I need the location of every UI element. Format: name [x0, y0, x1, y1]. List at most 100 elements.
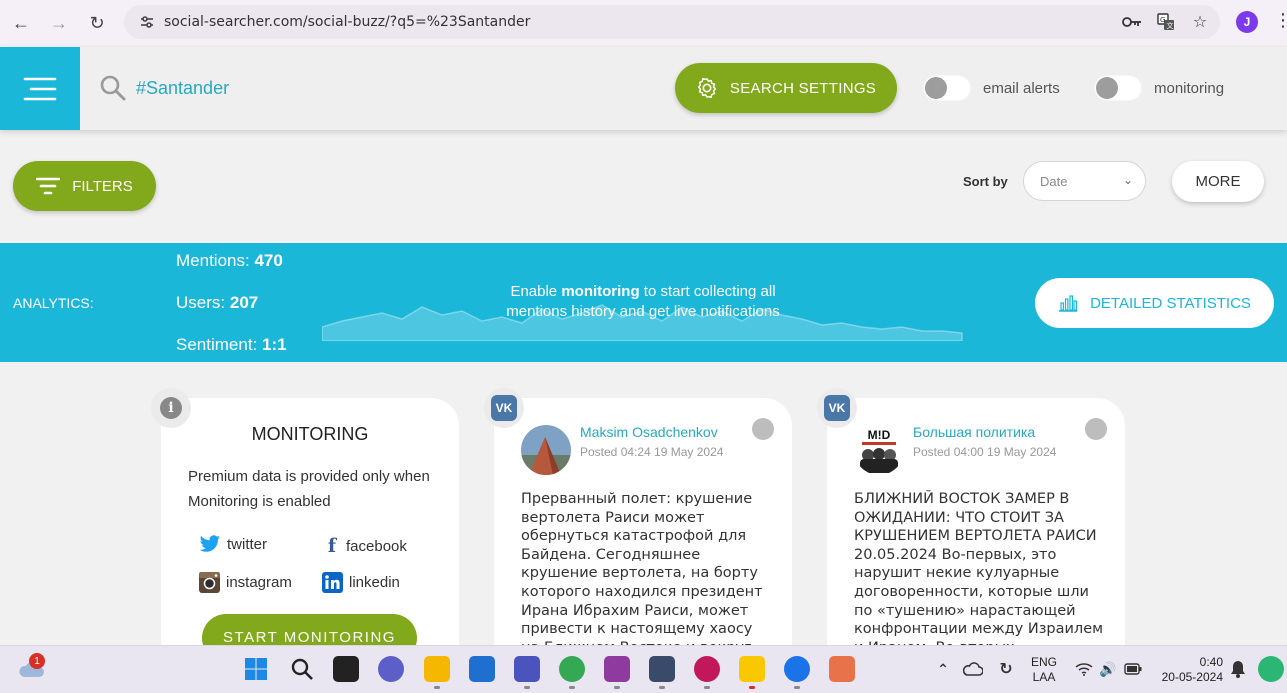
info-badge[interactable]: i	[151, 388, 191, 428]
bookmark-star-icon[interactable]: ☆	[1190, 12, 1210, 32]
sync-icon[interactable]: ↻	[993, 656, 1019, 682]
sentiment-stat: Sentiment: 1:1	[176, 335, 287, 354]
svg-text:文: 文	[1167, 21, 1174, 30]
chevron-down-icon: ⌄	[1122, 173, 1133, 187]
wifi-icon[interactable]	[1071, 656, 1097, 682]
more-button[interactable]: MORE	[1172, 161, 1264, 202]
network-twitter[interactable]: twitter	[199, 535, 267, 553]
network-instagram[interactable]: instagram	[199, 572, 292, 593]
mail-icon[interactable]	[469, 656, 495, 682]
meet-icon[interactable]	[378, 656, 404, 682]
battery-icon[interactable]	[1120, 656, 1146, 682]
network-facebook[interactable]: f facebook	[324, 535, 407, 557]
snipping-tool-icon[interactable]	[829, 656, 855, 682]
app-header: #Santander SEARCH SETTINGS email alerts …	[0, 47, 1287, 130]
search-settings-button[interactable]: SEARCH SETTINGS	[675, 63, 897, 113]
post-timestamp: Posted 04:00 19 May 2024	[913, 445, 1057, 459]
twitter-icon	[199, 535, 220, 552]
filters-button[interactable]: FILTERS	[13, 161, 156, 211]
shield-icon[interactable]	[739, 656, 765, 682]
task-view-icon[interactable]	[333, 656, 359, 682]
email-alerts-label: email alerts	[983, 79, 1060, 97]
analytics-label: ANALYTICS:	[13, 295, 94, 311]
hamburger-icon	[23, 77, 57, 100]
translate-icon[interactable]: G文	[1156, 12, 1176, 32]
bar-chart-icon	[1059, 295, 1078, 312]
onedrive-icon[interactable]	[960, 656, 986, 682]
network-badge: VK	[817, 388, 857, 428]
vk-icon: VK	[491, 395, 517, 421]
clock-date: 20-05-2024	[1161, 670, 1223, 684]
password-key-icon[interactable]	[1122, 12, 1142, 32]
winrar-icon[interactable]	[604, 656, 630, 682]
clock[interactable]: 0:40 20-05-2024	[1155, 655, 1223, 685]
box-app-icon[interactable]	[649, 656, 675, 682]
teams-icon[interactable]	[514, 656, 540, 682]
search-query-text[interactable]: #Santander	[136, 78, 229, 99]
volume-icon[interactable]: 🔊	[1095, 656, 1121, 682]
author-avatar	[521, 425, 571, 475]
language-indicator[interactable]: ENG LAA	[1028, 655, 1060, 685]
monitoring-promo-text: Enable monitoring to start collecting al…	[506, 283, 780, 320]
author-avatar: M!D	[854, 425, 904, 475]
detailed-statistics-button[interactable]: DETAILED STATISTICS	[1035, 278, 1274, 328]
reload-icon[interactable]: ↻	[80, 6, 114, 40]
post-select-radio[interactable]	[1085, 418, 1107, 440]
sort-by-label: Sort by	[963, 174, 1008, 189]
post-author[interactable]: Maksim Osadchenkov	[580, 424, 718, 440]
post-card[interactable]: M!D Большая политика Posted 04:00 19 May…	[827, 398, 1125, 658]
copilot-icon[interactable]	[1258, 656, 1284, 682]
mentions-value: 470	[254, 251, 283, 270]
address-bar[interactable]: social-searcher.com/social-buzz/?q5=%23S…	[124, 5, 1220, 39]
search-icon	[100, 75, 126, 101]
author-avatar-logo: M!D	[868, 428, 891, 442]
network-linkedin[interactable]: linkedin	[322, 572, 400, 593]
linkedin-icon	[322, 572, 343, 593]
monitoring-control: monitoring	[1094, 75, 1224, 101]
forward-icon[interactable]: →	[42, 6, 76, 40]
email-alerts-control: email alerts	[923, 75, 1060, 101]
browser-menu-icon[interactable]: ⋮	[1274, 10, 1287, 31]
vk-icon: VK	[824, 395, 850, 421]
detailed-statistics-label: DETAILED STATISTICS	[1090, 294, 1251, 312]
sort-selected-value: Date	[1040, 173, 1068, 189]
site-settings-icon[interactable]	[132, 14, 162, 30]
users-stat: Users: 207	[176, 293, 259, 312]
chrome-icon[interactable]	[559, 656, 585, 682]
sort-select[interactable]: Date ⌄	[1023, 161, 1146, 201]
filters-label: FILTERS	[72, 177, 133, 195]
browser-toolbar: ← → ↻ social-searcher.com/social-buzz/?q…	[0, 0, 1287, 46]
url-text[interactable]: social-searcher.com/social-buzz/?q5=%23S…	[164, 14, 530, 30]
search-settings-label: SEARCH SETTINGS	[729, 79, 877, 97]
monitoring-card-title: MONITORING	[251, 424, 369, 444]
monitoring-label: monitoring	[1154, 79, 1225, 97]
post-card[interactable]: Maksim Osadchenkov Posted 04:24 19 May 2…	[494, 398, 792, 658]
back-icon[interactable]: ←	[4, 6, 38, 40]
debian-icon[interactable]	[694, 656, 720, 682]
taskbar-search-icon[interactable]	[289, 656, 315, 682]
network-badge: VK	[484, 388, 524, 428]
email-alerts-toggle[interactable]	[923, 75, 971, 101]
svg-text:G: G	[1160, 16, 1165, 24]
file-explorer-icon[interactable]	[424, 656, 450, 682]
windows-start-icon[interactable]	[243, 656, 269, 682]
hamburger-menu-button[interactable]	[0, 47, 80, 130]
profile-avatar[interactable]: J	[1236, 11, 1258, 33]
notification-bell-icon[interactable]	[1225, 656, 1251, 682]
post-author[interactable]: Большая политика	[913, 424, 1035, 440]
mentions-stat: Mentions: 470	[176, 251, 283, 270]
os-taskbar: 1 ⌃ ↻ ENG LAA 🔊 0:40 20-05-2024	[0, 645, 1287, 693]
post-text: БЛИЖНИЙ ВОСТОК ЗАМЕР В ОЖИДАНИИ: ЧТО СТО…	[854, 491, 1104, 650]
analytics-band: ANALYTICS: Mentions: 470 Users: 207 Sent…	[0, 243, 1287, 362]
chevron-up-icon[interactable]: ⌃	[930, 656, 956, 682]
filter-icon	[36, 177, 61, 195]
chrome-profile-icon[interactable]	[784, 656, 810, 682]
search-box[interactable]: #Santander	[100, 75, 229, 101]
instagram-icon	[199, 572, 220, 593]
sentiment-value: 1:1	[262, 335, 287, 354]
post-select-radio[interactable]	[752, 418, 774, 440]
monitoring-toggle[interactable]	[1094, 75, 1142, 101]
gear-icon	[697, 78, 716, 98]
facebook-icon: f	[327, 535, 337, 557]
notification-count-badge: 1	[29, 653, 45, 669]
